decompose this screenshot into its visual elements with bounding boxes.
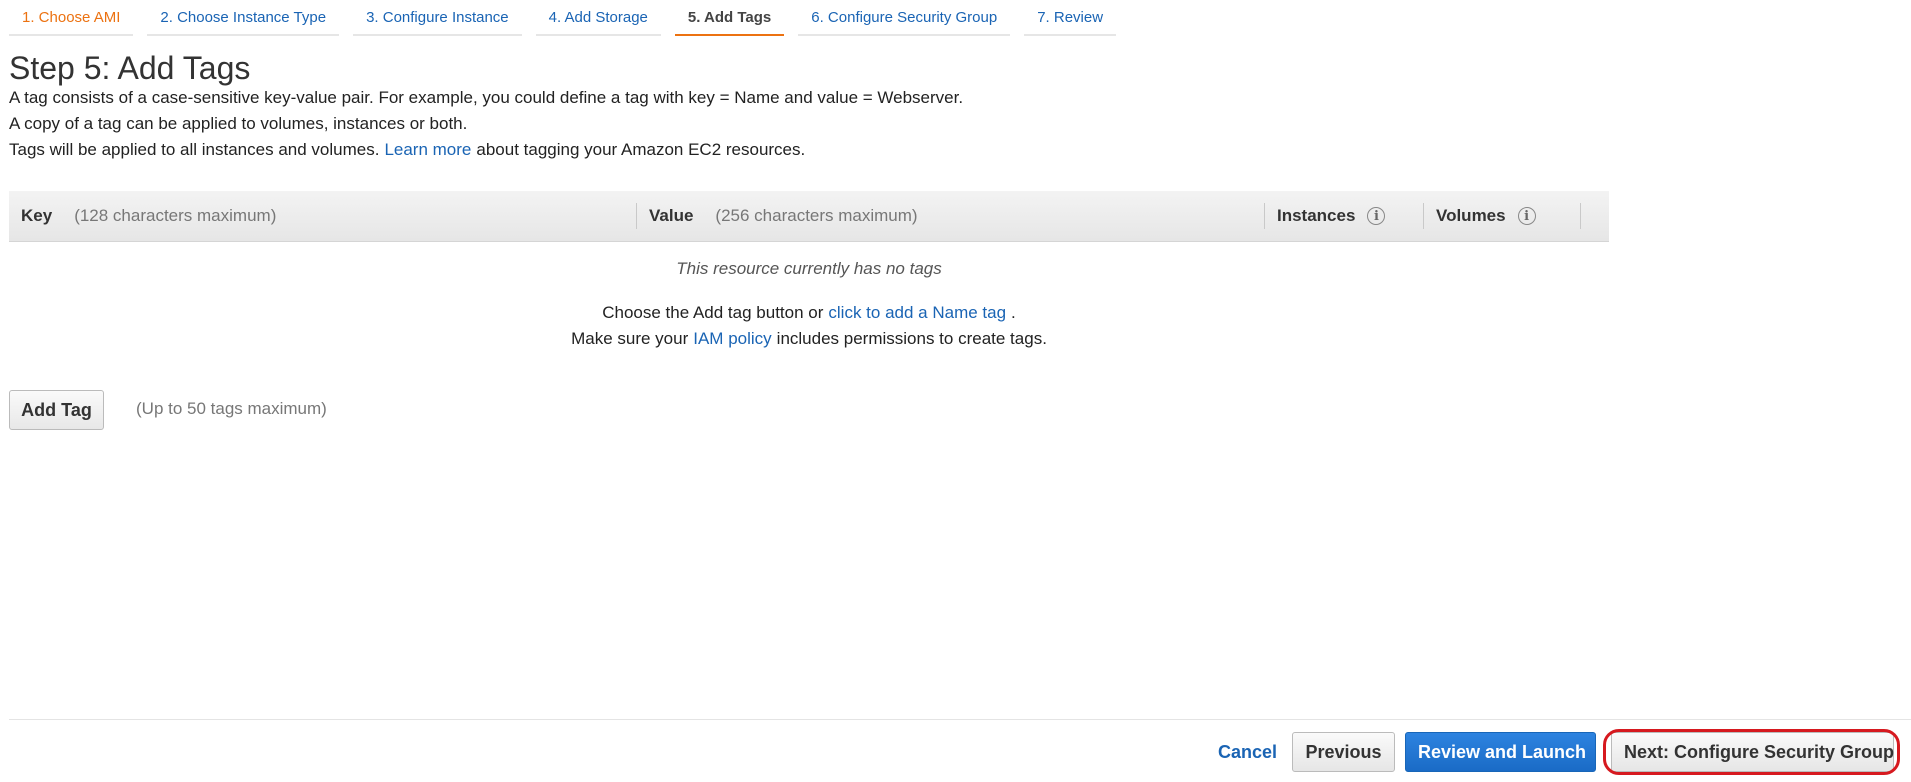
- tab-choose-ami[interactable]: 1. Choose AMI: [9, 0, 134, 36]
- tab-review[interactable]: 7. Review: [1024, 0, 1117, 36]
- cancel-link[interactable]: Cancel: [1218, 742, 1277, 763]
- learn-more-link[interactable]: Learn more: [384, 140, 471, 159]
- description-line-2: A copy of a tag can be applied to volume…: [9, 114, 468, 133]
- description-line-3: Tags will be applied to all instances an…: [9, 140, 805, 160]
- empty-state-line-1-prefix: Choose the Add tag button or: [602, 303, 824, 322]
- column-instances-label: Instances: [1277, 206, 1356, 225]
- column-divider: [1264, 203, 1265, 229]
- empty-state-line-2-prefix: Make sure your: [571, 329, 689, 348]
- column-divider: [1580, 203, 1581, 229]
- column-divider: [636, 203, 637, 229]
- tags-table: Key (128 characters maximum) Value (256 …: [9, 191, 1609, 348]
- column-key-label: Key: [21, 206, 53, 225]
- add-name-tag-link[interactable]: click to add a Name tag: [828, 303, 1006, 322]
- empty-state-message: This resource currently has no tags: [676, 259, 942, 278]
- column-volumes-label: Volumes: [1436, 206, 1506, 225]
- empty-state-line-1-suffix: .: [1011, 303, 1016, 322]
- column-divider: [1423, 203, 1424, 229]
- footer-divider: [9, 719, 1911, 720]
- column-value: Value (256 characters maximum): [649, 191, 918, 241]
- empty-state-line-2: Make sure your IAM policy includes permiss…: [9, 329, 1609, 349]
- column-value-hint: (256 characters maximum): [715, 206, 918, 225]
- tab-choose-instance-type[interactable]: 2. Choose Instance Type: [147, 0, 340, 36]
- column-value-label: Value: [649, 206, 694, 225]
- empty-state-line-1: Choose the Add tag button or click to add…: [9, 303, 1609, 323]
- wizard-steps: 1. Choose AMI 2. Choose Instance Type 3.…: [9, 0, 1130, 37]
- add-tag-hint: (Up to 50 tags maximum): [136, 399, 327, 418]
- volumes-info-icon[interactable]: i: [1517, 207, 1536, 225]
- description-line-1: A tag consists of a case-sensitive key-v…: [9, 88, 964, 107]
- iam-policy-link[interactable]: IAM policy: [693, 329, 771, 348]
- tab-configure-instance[interactable]: 3. Configure Instance: [353, 0, 522, 36]
- column-key-hint: (128 characters maximum): [74, 206, 277, 225]
- next-configure-security-group-button[interactable]: Next: Configure Security Group: [1611, 732, 1894, 772]
- column-key: Key (128 characters maximum): [21, 191, 276, 241]
- column-volumes: Volumes i: [1436, 191, 1536, 241]
- previous-button[interactable]: Previous: [1292, 732, 1395, 772]
- empty-state-line-2-suffix: includes permissions to create tags.: [776, 329, 1047, 348]
- column-instances: Instances i: [1277, 191, 1386, 241]
- ec2-launch-wizard: 1. Choose AMI 2. Choose Instance Type 3.…: [0, 0, 1911, 782]
- description-line-3-prefix: Tags will be applied to all instances an…: [9, 140, 380, 159]
- table-header: Key (128 characters maximum) Value (256 …: [9, 191, 1609, 242]
- add-tag-button[interactable]: Add Tag: [9, 390, 104, 430]
- instances-info-icon[interactable]: i: [1367, 207, 1386, 225]
- page-title: Step 5: Add Tags: [9, 50, 251, 86]
- tab-configure-security-group[interactable]: 6. Configure Security Group: [798, 0, 1011, 36]
- tab-add-tags[interactable]: 5. Add Tags: [674, 0, 785, 36]
- review-and-launch-button[interactable]: Review and Launch: [1405, 732, 1596, 772]
- tab-add-storage[interactable]: 4. Add Storage: [535, 0, 661, 36]
- description-line-3-suffix: about tagging your Amazon EC2 resources.: [476, 140, 806, 159]
